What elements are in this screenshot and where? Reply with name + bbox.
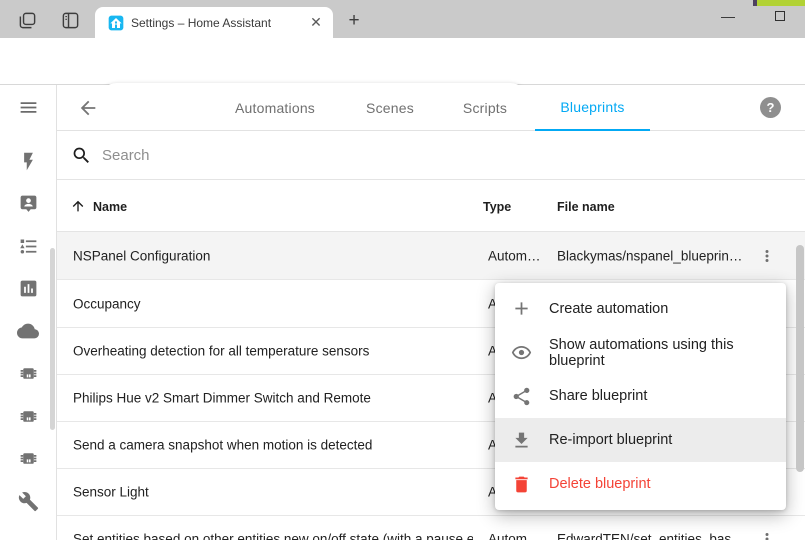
sort-ascending-icon[interactable]	[70, 198, 86, 214]
table-row[interactable]: Set entities based on other entities new…	[57, 516, 805, 540]
tab-scripts[interactable]: Scripts	[435, 85, 535, 131]
back-arrow-icon[interactable]	[77, 97, 99, 119]
history-chart-icon[interactable]	[17, 277, 39, 299]
tab-title: Settings – Home Assistant	[131, 16, 307, 30]
help-icon[interactable]: ?	[760, 97, 781, 118]
menu-item-show-automations[interactable]: Show automations using this blueprint	[495, 331, 786, 375]
search-icon	[71, 145, 92, 166]
menu-item-share-blueprint[interactable]: Share blueprint	[495, 375, 786, 419]
sidebar	[0, 85, 57, 540]
chip-icon[interactable]	[17, 447, 39, 469]
tab-automations[interactable]: Automations	[205, 85, 345, 131]
column-header-type[interactable]: Type	[483, 200, 511, 214]
cloud-icon[interactable]	[17, 320, 39, 342]
vertical-tabs-icon[interactable]	[59, 9, 81, 31]
menu-item-delete-blueprint[interactable]: Delete blueprint	[495, 462, 786, 506]
delete-trash-icon	[511, 474, 532, 495]
search-input[interactable]	[102, 141, 765, 169]
search-bar	[57, 131, 805, 180]
browser-tab-bar: Settings – Home Assistant ✕ + —	[0, 0, 805, 38]
sidebar-scrollbar-thumb[interactable]	[50, 248, 55, 430]
browser-toolbar: ← ↻ Not secure homeassistant.local :8123…	[0, 38, 805, 85]
chip-icon[interactable]	[17, 405, 39, 427]
new-tab-button[interactable]: +	[341, 8, 367, 34]
browser-window: Settings – Home Assistant ✕ + — ← ↻ Not …	[0, 0, 805, 540]
browser-tab[interactable]: Settings – Home Assistant ✕	[95, 7, 333, 38]
energy-flash-icon[interactable]	[17, 150, 39, 172]
tab-blueprints[interactable]: Blueprints	[535, 85, 650, 131]
logbook-list-icon[interactable]	[17, 235, 39, 257]
tab-scenes[interactable]: Scenes	[345, 85, 435, 131]
blueprint-context-menu: Create automation Show automations using…	[495, 283, 786, 510]
home-assistant-favicon	[108, 15, 124, 31]
plus-icon	[511, 298, 532, 319]
menu-item-reimport-blueprint[interactable]: Re-import blueprint	[495, 418, 786, 462]
row-menu-kebab-icon[interactable]	[755, 527, 779, 540]
wrench-icon[interactable]	[17, 490, 39, 512]
window-minimize-button[interactable]: —	[714, 0, 742, 32]
row-menu-kebab-icon[interactable]	[755, 244, 779, 268]
home-assistant-page: Automations Scenes Scripts Blueprints ? …	[0, 85, 805, 540]
table-header: Name Type File name	[57, 180, 805, 232]
menu-item-create-automation[interactable]: Create automation	[495, 287, 786, 331]
tab-close-icon[interactable]: ✕	[307, 14, 325, 32]
table-row[interactable]: NSPanel Configuration Autom… Blackymas/n…	[57, 232, 805, 280]
workspaces-icon[interactable]	[16, 9, 38, 31]
share-icon	[511, 386, 532, 407]
download-icon	[511, 430, 532, 451]
menu-hamburger-icon[interactable]	[17, 96, 39, 118]
voice-assistant-badge-icon[interactable]	[17, 192, 39, 214]
background-strip	[757, 0, 805, 6]
chip-icon[interactable]	[17, 362, 39, 384]
page-scrollbar-thumb[interactable]	[796, 245, 804, 472]
column-header-file[interactable]: File name	[557, 200, 615, 214]
column-header-name[interactable]: Name	[93, 200, 127, 214]
page-header: Automations Scenes Scripts Blueprints ?	[57, 85, 805, 131]
eye-icon	[511, 342, 532, 363]
